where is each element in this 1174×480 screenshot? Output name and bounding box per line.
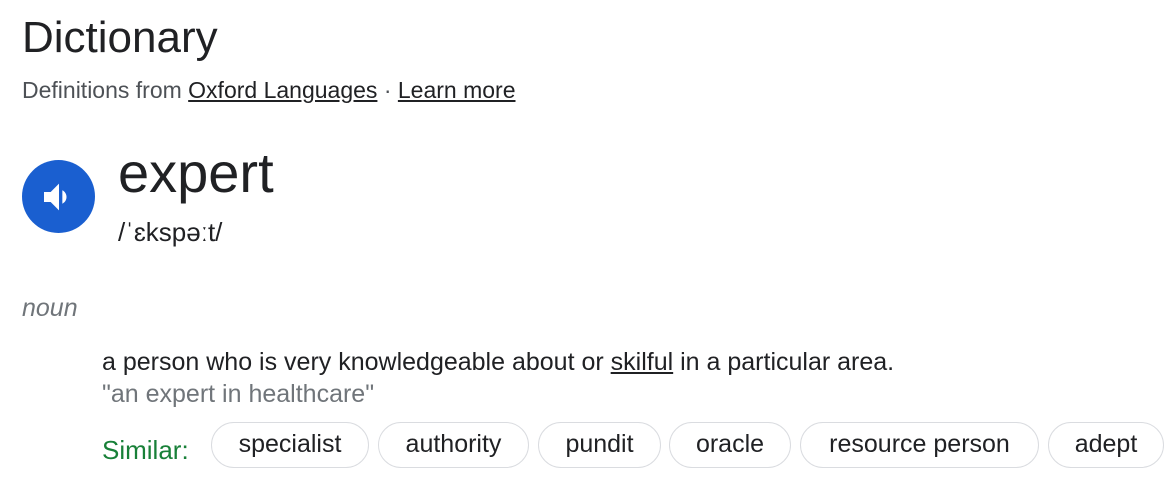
phonetic-transcription: /ˈɛkspəːt/ <box>118 217 223 247</box>
similar-chip-specialist[interactable]: specialist <box>211 422 369 468</box>
headword: expert <box>118 141 274 204</box>
example-sentence: "an expert in healthcare" <box>102 380 375 408</box>
similar-label: Similar: <box>102 435 189 465</box>
separator: · <box>383 77 392 103</box>
source-line: Definitions from Oxford Languages · Lear… <box>22 75 516 105</box>
similar-chip-adept[interactable]: adept <box>1048 422 1164 468</box>
learn-more-link[interactable]: Learn more <box>398 77 516 103</box>
pronunciation-button[interactable] <box>22 160 95 233</box>
part-of-speech: noun <box>22 294 78 322</box>
similar-chip-oracle[interactable]: oracle <box>669 422 791 468</box>
skilful-link[interactable]: skilful <box>611 348 674 376</box>
definition-before: a person who is very knowledgeable about… <box>102 348 611 376</box>
volume-up-icon <box>43 183 66 210</box>
dictionary-title: Dictionary <box>22 13 218 62</box>
definition-text: a person who is very knowledgeable about… <box>102 346 894 378</box>
oxford-languages-link[interactable]: Oxford Languages <box>188 77 377 103</box>
similar-chip-resource-person[interactable]: resource person <box>800 422 1039 468</box>
similar-chip-authority[interactable]: authority <box>378 422 529 468</box>
similar-chip-pundit[interactable]: pundit <box>538 422 661 468</box>
definition-after: in a particular area. <box>673 348 895 376</box>
source-prefix: Definitions from <box>22 77 182 103</box>
